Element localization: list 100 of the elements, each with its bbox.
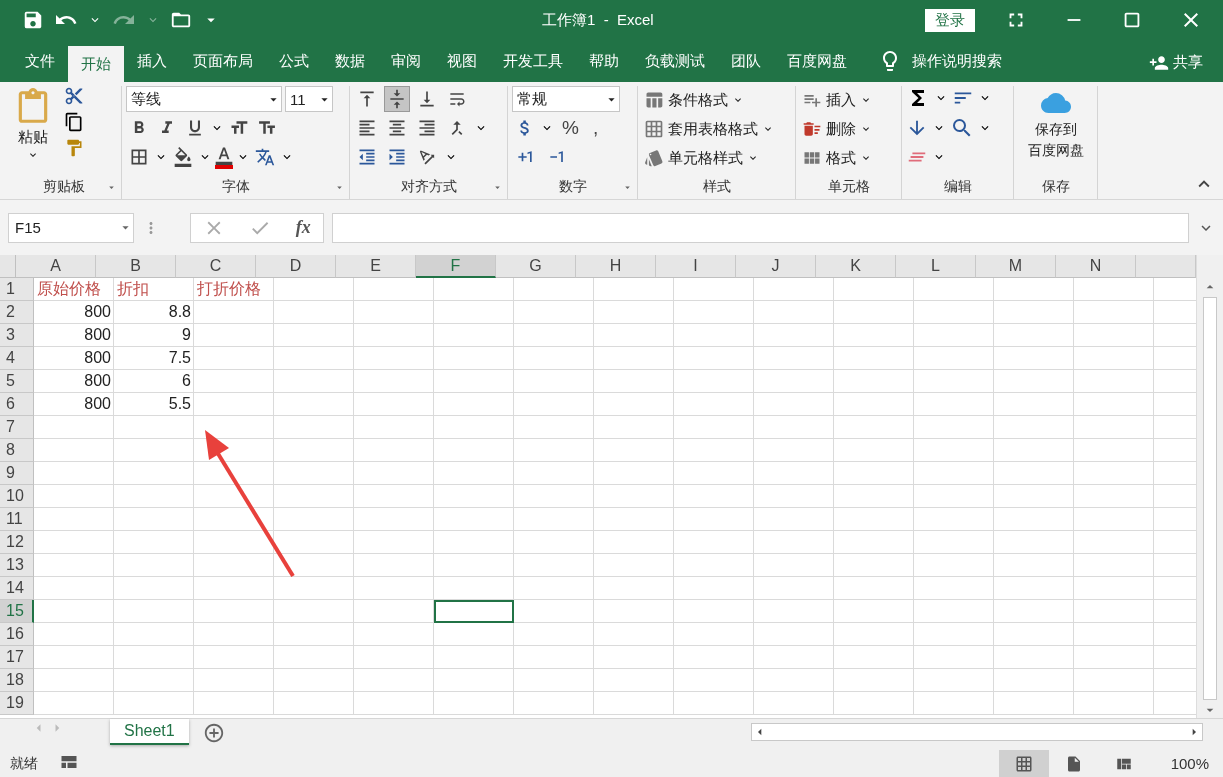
row-header[interactable]: 19 [0,692,34,715]
align-middle-icon[interactable] [384,86,410,112]
column-header[interactable]: C [176,255,256,278]
font-name-dropdown[interactable]: 等线 [126,86,282,112]
column-header[interactable]: G [496,255,576,278]
ribbon-tab[interactable]: 开始 [68,46,124,82]
table-cell[interactable]: 800 [34,324,114,347]
number-style-button[interactable]: , [586,117,605,139]
column-header[interactable]: B [96,255,176,278]
grid-view-icon[interactable] [998,750,1049,777]
ribbon-tab[interactable]: 团队 [718,44,774,82]
column-header[interactable]: N [1056,255,1136,278]
font-size-dropdown[interactable]: 11 [285,86,333,112]
column-header[interactable]: K [816,255,896,278]
insert-function-button[interactable]: fx [295,217,311,238]
ribbon-tab[interactable]: 数据 [322,44,378,82]
group-label: 单元格 [827,177,870,196]
table-cell[interactable]: 5.5 [114,393,194,416]
column-header[interactable]: M [976,255,1056,278]
save-to-cloud-button[interactable]: 保存到 百度网盘 [1023,86,1088,175]
table-cell[interactable]: 800 [34,370,114,393]
copy-icon[interactable] [64,112,84,132]
row-header[interactable]: 9 [0,462,34,485]
row-header[interactable]: 16 [0,623,34,646]
window-title: 工作簿1 - Excel [542,10,655,30]
row-header[interactable]: 8 [0,439,34,462]
format-button[interactable]: 格式 [800,144,874,172]
number-style-button[interactable]: % [556,117,585,139]
table-format-icon[interactable] [644,119,664,139]
table-cell[interactable]: 8.8 [114,301,194,324]
row-header[interactable]: 7 [0,416,34,439]
row-header[interactable]: 13 [0,554,34,577]
table-cell[interactable]: 800 [34,393,114,416]
row-header[interactable]: 2 [0,301,34,324]
ribbon-tab[interactable]: 公式 [266,44,322,82]
format-painter-icon[interactable] [64,138,84,158]
paste-button[interactable]: 粘贴 [10,86,56,175]
row-header[interactable]: 15 [0,600,34,623]
row-header[interactable]: 1 [0,278,34,301]
scroll-thumb[interactable] [1203,297,1217,700]
ribbon-tab[interactable]: 视图 [434,44,490,82]
row-header[interactable]: 4 [0,347,34,370]
row-header[interactable]: 10 [0,485,34,508]
row-header[interactable]: 3 [0,324,34,347]
table-cell[interactable]: 9 [114,324,194,347]
save-icon[interactable] [22,9,44,31]
group-label: 剪贴板 [42,177,85,196]
conditional-format-button[interactable]: 条件格式 [642,86,746,114]
delete-button[interactable]: 删除 [800,115,874,143]
zoom-level[interactable]: 100% [1170,755,1209,772]
row-header[interactable]: 18 [0,669,34,692]
ribbon-tab[interactable]: 帮助 [576,44,632,82]
name-box[interactable]: F15 [8,212,134,243]
table-cell[interactable]: 800 [34,347,114,370]
add-sheet-icon[interactable] [202,722,225,744]
table-cell[interactable]: 6 [114,370,194,393]
scissors-icon[interactable] [64,86,84,106]
cell-style-icon[interactable] [644,148,664,168]
table-cell[interactable]: 折扣 [114,278,194,301]
column-header[interactable]: E [336,255,416,278]
font-color-icon[interactable] [214,145,234,169]
table-cell[interactable]: 打折价格 [194,278,274,301]
formula-input[interactable] [332,212,1189,243]
group-label: 字体 [221,177,250,196]
row-header[interactable]: 12 [0,531,34,554]
ribbon-tab[interactable]: 负载测试 [632,44,718,82]
ribbon-tab[interactable]: 文件 [12,44,68,82]
column-header[interactable]: D [256,255,336,278]
ribbon-tab[interactable]: 开发工具 [490,44,576,82]
insert-button[interactable]: 插入 [800,86,874,114]
number-format-dropdown[interactable]: 常规 [512,86,620,112]
row-header[interactable]: 5 [0,370,34,393]
column-header[interactable]: J [736,255,816,278]
tell-me-search[interactable]: 操作说明搜索 [912,51,1002,71]
column-header[interactable]: H [576,255,656,278]
column-header[interactable]: I [656,255,736,278]
column-header[interactable]: F [416,255,496,278]
row-header[interactable]: 14 [0,577,34,600]
row-header[interactable]: 11 [0,508,34,531]
conditional-format-icon[interactable] [644,90,664,110]
column-header[interactable]: L [896,255,976,278]
cell-styles-button[interactable]: 单元格样式 [642,144,761,172]
status-text: 就绪 [10,754,38,773]
column-header[interactable]: A [16,255,96,278]
table-cell[interactable]: 800 [34,301,114,324]
format-as-table-button[interactable]: 套用表格格式 [642,115,776,143]
ribbon-tab[interactable]: 页面布局 [180,44,266,82]
ribbon-tab[interactable]: 百度网盘 [774,44,860,82]
sign-in-button[interactable]: 登录 [925,8,975,32]
ribbon-tab[interactable]: 插入 [124,44,180,82]
delete-rows-icon[interactable] [802,119,822,139]
share-button[interactable]: 共享 [1143,44,1209,82]
selected-cell[interactable] [434,600,514,623]
row-header[interactable]: 6 [0,393,34,416]
table-cell[interactable]: 7.5 [114,347,194,370]
row-header[interactable]: 17 [0,646,34,669]
sheet-tab[interactable]: Sheet1 [110,719,189,745]
table-cell[interactable]: 原始价格 [34,278,114,301]
horizontal-scrollbar[interactable] [751,723,1203,741]
ribbon-tab[interactable]: 审阅 [378,44,434,82]
